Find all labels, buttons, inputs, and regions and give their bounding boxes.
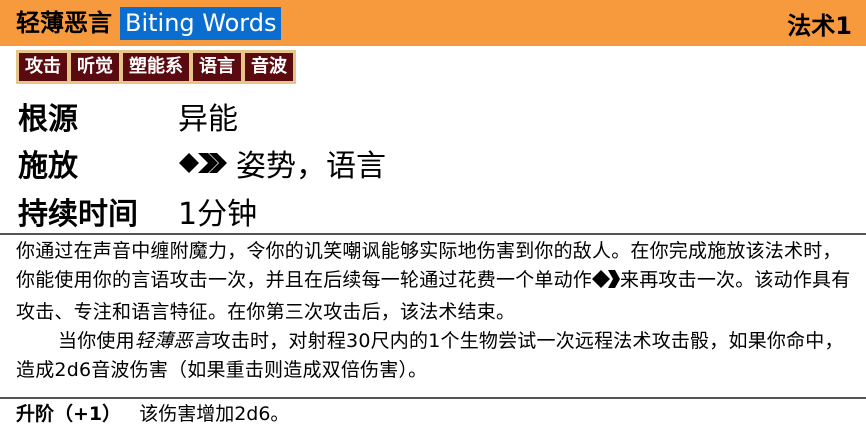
two-actions-icon (178, 152, 228, 174)
trait-linguistic[interactable]: 语言 (193, 53, 245, 81)
heighten-text: 该伤害增加2d6。 (139, 403, 290, 425)
trait-auditory[interactable]: 听觉 (71, 53, 123, 81)
stat-source-value: 异能 (178, 102, 238, 137)
stat-cast-value-wrap: 姿势，语言 (178, 141, 386, 185)
spell-title-english-selected[interactable]: Biting Words (120, 6, 282, 40)
single-action-icon (592, 269, 621, 298)
spell-level: 法术1 (787, 11, 852, 40)
trait-sonic[interactable]: 音波 (245, 53, 293, 81)
description-p2-text-a: 当你使用 (58, 330, 135, 352)
description-paragraph-1: 你通过在声音中缠附魔力，令你的讥笑嘲讽能够实际地伤害到你的敌人。在你完成施放该法… (16, 237, 854, 327)
spell-description: 你通过在声音中缠附魔力，令你的讥笑嘲讽能够实际地伤害到你的敌人。在你完成施放该法… (16, 237, 854, 385)
stat-duration-label: 持续时间 (18, 197, 138, 232)
spell-card: 轻薄恶言 Biting Words 法术1 攻击 听觉 塑能系 语言 音波 根源… (0, 0, 866, 432)
divider-top (0, 233, 866, 235)
trait-attack[interactable]: 攻击 (19, 53, 71, 81)
heighten-label: 升阶（+1） (16, 403, 122, 425)
heighten-row: 升阶（+1） 该伤害增加2d6。 (16, 401, 289, 427)
stat-duration-value: 1分钟 (178, 197, 258, 232)
stat-source-label: 根源 (18, 102, 78, 137)
spell-title-chinese: 轻薄恶言 (16, 9, 112, 37)
trait-evocation[interactable]: 塑能系 (123, 53, 193, 81)
spell-title: 轻薄恶言 Biting Words (16, 6, 282, 40)
trait-list: 攻击 听觉 塑能系 语言 音波 (16, 50, 296, 84)
stat-cast-row: 施放 姿势，语言 (18, 141, 386, 185)
description-p2-spell-name: 轻薄恶言 (134, 330, 212, 352)
stat-cast-label: 施放 (18, 149, 78, 184)
stat-duration-row: 持续时间 1分钟 (18, 191, 258, 232)
spell-header: 轻薄恶言 Biting Words 法术1 (0, 0, 866, 46)
divider-bottom (0, 397, 866, 399)
stat-cast-value: 姿势，语言 (236, 149, 386, 184)
description-paragraph-2: 当你使用轻薄恶言攻击时，对射程30尺内的1个生物尝试一次远程法术攻击骰，如果你命… (16, 327, 854, 385)
stat-source-row: 根源 异能 (18, 96, 238, 137)
